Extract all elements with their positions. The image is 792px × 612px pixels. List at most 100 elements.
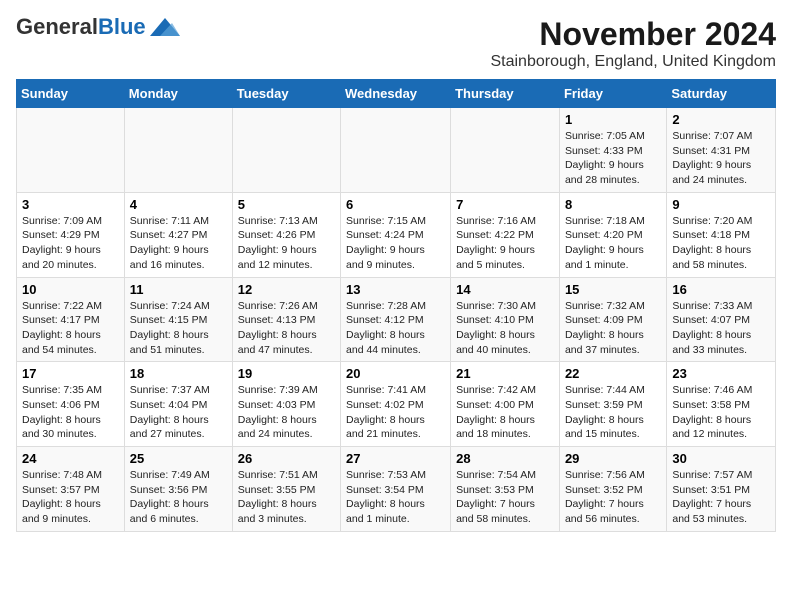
day-number: 26 — [238, 451, 335, 466]
day-cell: 17 Sunrise: 7:35 AM Sunset: 4:06 PM Dayli… — [17, 362, 125, 447]
header-friday: Friday — [559, 80, 666, 108]
logo-icon — [150, 18, 180, 36]
day-cell: 1 Sunrise: 7:05 AM Sunset: 4:33 PM Daylig… — [559, 108, 666, 193]
day-cell: 21 Sunrise: 7:42 AM Sunset: 4:00 PM Dayli… — [451, 362, 560, 447]
day-info: Sunrise: 7:22 AM Sunset: 4:17 PM Dayligh… — [22, 299, 119, 358]
header-monday: Monday — [124, 80, 232, 108]
day-cell: 26 Sunrise: 7:51 AM Sunset: 3:55 PM Dayli… — [232, 447, 340, 532]
day-cell: 13 Sunrise: 7:28 AM Sunset: 4:12 PM Dayli… — [341, 277, 451, 362]
calendar-header-row: SundayMondayTuesdayWednesdayThursdayFrid… — [17, 80, 776, 108]
day-number: 14 — [456, 282, 554, 297]
day-info: Sunrise: 7:51 AM Sunset: 3:55 PM Dayligh… — [238, 468, 335, 527]
header-sunday: Sunday — [17, 80, 125, 108]
day-info: Sunrise: 7:07 AM Sunset: 4:31 PM Dayligh… — [672, 129, 770, 188]
day-info: Sunrise: 7:46 AM Sunset: 3:58 PM Dayligh… — [672, 383, 770, 442]
day-number: 21 — [456, 366, 554, 381]
day-cell: 23 Sunrise: 7:46 AM Sunset: 3:58 PM Dayli… — [667, 362, 776, 447]
day-info: Sunrise: 7:32 AM Sunset: 4:09 PM Dayligh… — [565, 299, 661, 358]
day-number: 18 — [130, 366, 227, 381]
day-cell — [17, 108, 125, 193]
day-number: 11 — [130, 282, 227, 297]
day-cell: 14Sunrise: 7:30 AM Sunset: 4:10 PM Dayli… — [451, 277, 560, 362]
calendar-title: November 2024 — [490, 16, 776, 53]
day-number: 13 — [346, 282, 445, 297]
day-cell — [232, 108, 340, 193]
day-cell: 12Sunrise: 7:26 AM Sunset: 4:13 PM Dayli… — [232, 277, 340, 362]
day-cell: 10 Sunrise: 7:22 AM Sunset: 4:17 PM Dayli… — [17, 277, 125, 362]
day-info: Sunrise: 7:20 AM Sunset: 4:18 PM Dayligh… — [672, 214, 770, 273]
day-cell: 3 Sunrise: 7:09 AM Sunset: 4:29 PM Daylig… — [17, 192, 125, 277]
day-number: 19 — [238, 366, 335, 381]
day-number: 28 — [456, 451, 554, 466]
day-cell — [124, 108, 232, 193]
day-info: Sunrise: 7:49 AM Sunset: 3:56 PM Dayligh… — [130, 468, 227, 527]
day-number: 22 — [565, 366, 661, 381]
day-cell: 15 Sunrise: 7:32 AM Sunset: 4:09 PM Dayli… — [559, 277, 666, 362]
day-cell: 11 Sunrise: 7:24 AM Sunset: 4:15 PM Dayli… — [124, 277, 232, 362]
day-number: 2 — [672, 112, 770, 127]
week-row-2: 3 Sunrise: 7:09 AM Sunset: 4:29 PM Daylig… — [17, 192, 776, 277]
day-info: Sunrise: 7:11 AM Sunset: 4:27 PM Dayligh… — [130, 214, 227, 273]
header-tuesday: Tuesday — [232, 80, 340, 108]
day-info: Sunrise: 7:15 AM Sunset: 4:24 PM Dayligh… — [346, 214, 445, 273]
logo-blue: Blue — [98, 14, 146, 39]
day-number: 15 — [565, 282, 661, 297]
day-info: Sunrise: 7:39 AM Sunset: 4:03 PM Dayligh… — [238, 383, 335, 442]
week-row-5: 24Sunrise: 7:48 AM Sunset: 3:57 PM Dayli… — [17, 447, 776, 532]
week-row-1: 1 Sunrise: 7:05 AM Sunset: 4:33 PM Daylig… — [17, 108, 776, 193]
day-cell: 27Sunrise: 7:53 AM Sunset: 3:54 PM Dayli… — [341, 447, 451, 532]
day-cell: 4 Sunrise: 7:11 AM Sunset: 4:27 PM Daylig… — [124, 192, 232, 277]
header: GeneralBlue November 2024 Stainborough, … — [16, 16, 776, 71]
day-number: 23 — [672, 366, 770, 381]
day-info: Sunrise: 7:05 AM Sunset: 4:33 PM Dayligh… — [565, 129, 661, 188]
day-info: Sunrise: 7:35 AM Sunset: 4:06 PM Dayligh… — [22, 383, 119, 442]
calendar-table: SundayMondayTuesdayWednesdayThursdayFrid… — [16, 79, 776, 532]
week-row-3: 10 Sunrise: 7:22 AM Sunset: 4:17 PM Dayli… — [17, 277, 776, 362]
day-cell: 7Sunrise: 7:16 AM Sunset: 4:22 PM Daylig… — [451, 192, 560, 277]
day-cell: 24Sunrise: 7:48 AM Sunset: 3:57 PM Dayli… — [17, 447, 125, 532]
day-number: 12 — [238, 282, 335, 297]
day-cell: 20Sunrise: 7:41 AM Sunset: 4:02 PM Dayli… — [341, 362, 451, 447]
day-cell: 19 Sunrise: 7:39 AM Sunset: 4:03 PM Dayli… — [232, 362, 340, 447]
day-info: Sunrise: 7:57 AM Sunset: 3:51 PM Dayligh… — [672, 468, 770, 527]
day-number: 16 — [672, 282, 770, 297]
day-cell: 30Sunrise: 7:57 AM Sunset: 3:51 PM Dayli… — [667, 447, 776, 532]
day-info: Sunrise: 7:41 AM Sunset: 4:02 PM Dayligh… — [346, 383, 445, 442]
day-info: Sunrise: 7:44 AM Sunset: 3:59 PM Dayligh… — [565, 383, 661, 442]
day-number: 10 — [22, 282, 119, 297]
day-number: 24 — [22, 451, 119, 466]
day-number: 9 — [672, 197, 770, 212]
week-row-4: 17 Sunrise: 7:35 AM Sunset: 4:06 PM Dayli… — [17, 362, 776, 447]
day-info: Sunrise: 7:42 AM Sunset: 4:00 PM Dayligh… — [456, 383, 554, 442]
day-cell: 5 Sunrise: 7:13 AM Sunset: 4:26 PM Daylig… — [232, 192, 340, 277]
header-thursday: Thursday — [451, 80, 560, 108]
day-info: Sunrise: 7:54 AM Sunset: 3:53 PM Dayligh… — [456, 468, 554, 527]
day-info: Sunrise: 7:24 AM Sunset: 4:15 PM Dayligh… — [130, 299, 227, 358]
day-number: 6 — [346, 197, 445, 212]
day-cell — [341, 108, 451, 193]
day-number: 1 — [565, 112, 661, 127]
logo: GeneralBlue — [16, 16, 180, 38]
day-cell — [451, 108, 560, 193]
day-number: 3 — [22, 197, 119, 212]
day-number: 8 — [565, 197, 661, 212]
day-cell: 22 Sunrise: 7:44 AM Sunset: 3:59 PM Dayli… — [559, 362, 666, 447]
header-wednesday: Wednesday — [341, 80, 451, 108]
day-info: Sunrise: 7:56 AM Sunset: 3:52 PM Dayligh… — [565, 468, 661, 527]
day-cell: 6 Sunrise: 7:15 AM Sunset: 4:24 PM Daylig… — [341, 192, 451, 277]
day-cell: 16 Sunrise: 7:33 AM Sunset: 4:07 PM Dayli… — [667, 277, 776, 362]
day-cell: 2 Sunrise: 7:07 AM Sunset: 4:31 PM Daylig… — [667, 108, 776, 193]
header-saturday: Saturday — [667, 80, 776, 108]
day-info: Sunrise: 7:09 AM Sunset: 4:29 PM Dayligh… — [22, 214, 119, 273]
day-info: Sunrise: 7:18 AM Sunset: 4:20 PM Dayligh… — [565, 214, 661, 273]
day-number: 27 — [346, 451, 445, 466]
day-number: 4 — [130, 197, 227, 212]
logo-general: General — [16, 14, 98, 39]
day-cell: 8 Sunrise: 7:18 AM Sunset: 4:20 PM Daylig… — [559, 192, 666, 277]
day-number: 17 — [22, 366, 119, 381]
day-info: Sunrise: 7:28 AM Sunset: 4:12 PM Dayligh… — [346, 299, 445, 358]
day-info: Sunrise: 7:33 AM Sunset: 4:07 PM Dayligh… — [672, 299, 770, 358]
day-number: 5 — [238, 197, 335, 212]
day-info: Sunrise: 7:13 AM Sunset: 4:26 PM Dayligh… — [238, 214, 335, 273]
day-number: 29 — [565, 451, 661, 466]
